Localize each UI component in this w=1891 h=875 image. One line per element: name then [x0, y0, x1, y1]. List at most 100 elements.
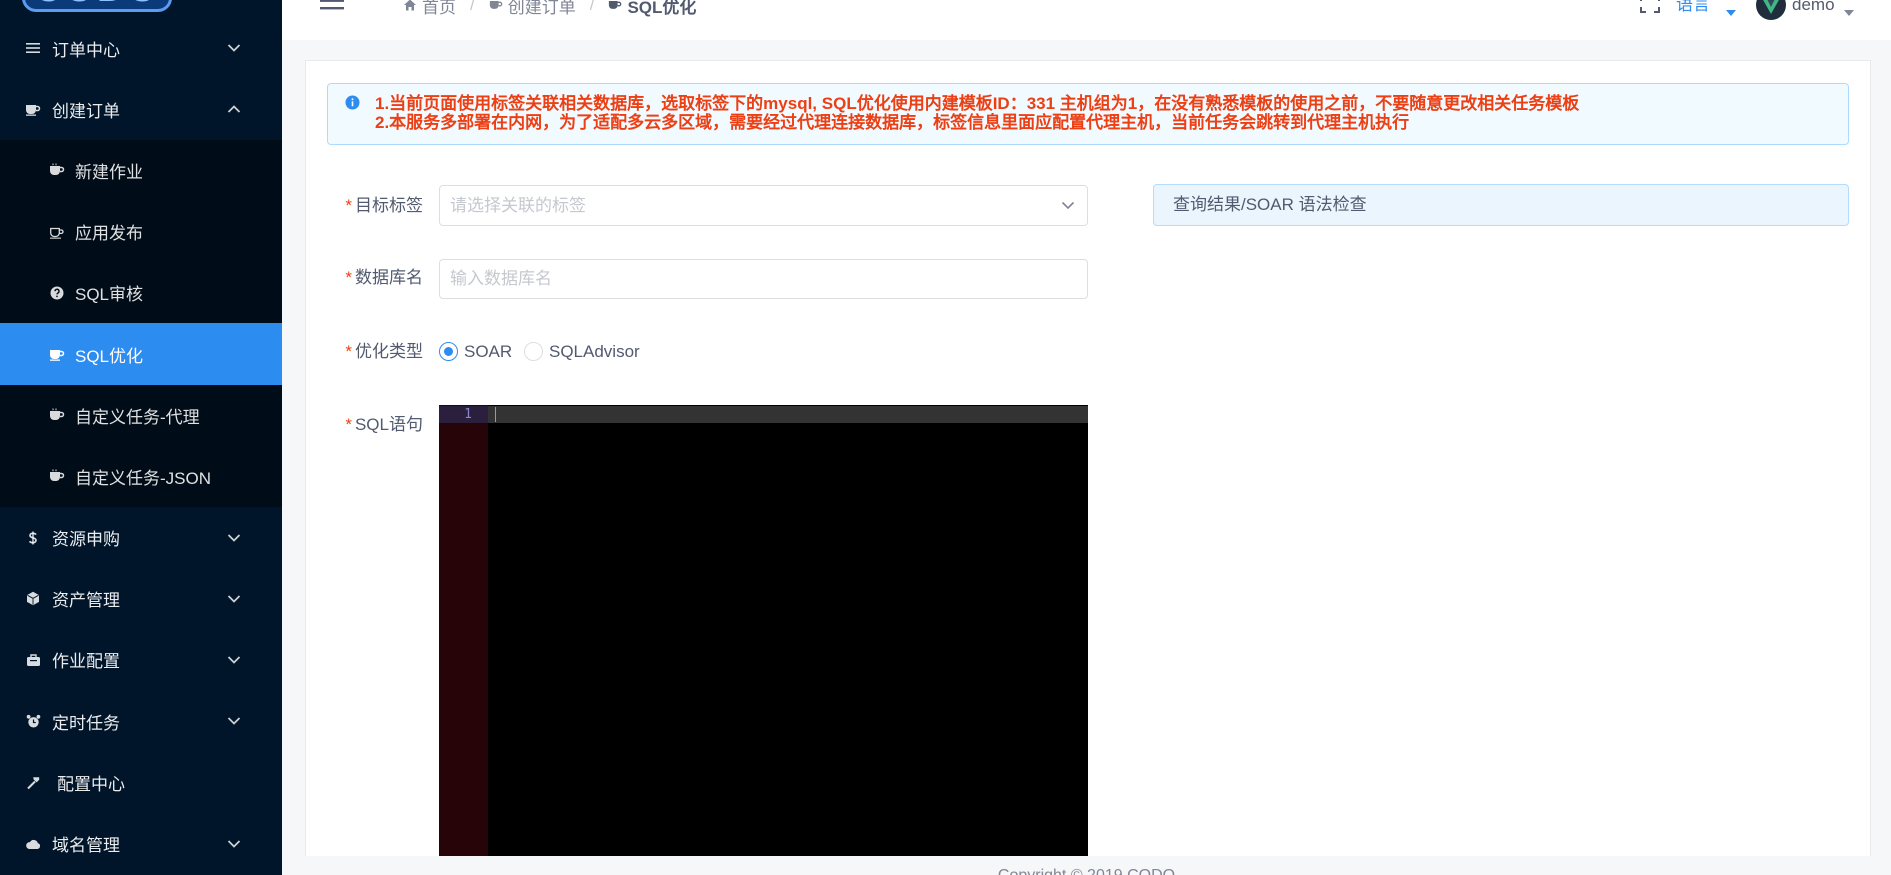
label-text: 优化类型	[355, 342, 423, 361]
required-mark: *	[345, 342, 352, 361]
breadcrumb-item-sql-optimize: SQL优化	[608, 0, 696, 18]
line-number: 1	[464, 407, 472, 422]
question-circle-icon	[49, 285, 65, 301]
chevron-down-icon	[227, 655, 241, 665]
alarm-clock-icon	[25, 713, 41, 729]
database-name-input[interactable]	[439, 259, 1088, 299]
sidebar-item-label: 定时任务	[52, 713, 120, 733]
sidebar-item-label: SQL优化	[75, 346, 144, 366]
copyright-text: Copyright © 2019 CODO	[998, 867, 1175, 875]
breadcrumb-label: SQL优化	[627, 0, 697, 17]
label-text: SQL语句	[354, 415, 423, 434]
alert-line: 1.当前页面使用标签关联相关数据库，选取标签下的mysql, SQL优化使用内建…	[375, 94, 1580, 113]
cloud-icon	[25, 836, 41, 852]
sidebar-item-asset-management[interactable]: 资产管理	[0, 568, 282, 629]
info-circle-icon	[345, 95, 360, 110]
required-mark: *	[345, 415, 352, 434]
sidebar-item-label: 应用发布	[75, 224, 143, 244]
breadcrumb-item-home[interactable]: 首页	[403, 0, 456, 18]
editor-active-line	[488, 406, 1088, 423]
sidebar-item-label: 作业配置	[52, 652, 120, 672]
target-tag-select[interactable]: 请选择关联的标签	[439, 185, 1088, 226]
coffee-outline-icon	[49, 224, 65, 240]
sidebar-item-label: 新建作业	[75, 162, 143, 182]
required-mark: *	[345, 268, 352, 287]
result-panel-label: 查询结果/SOAR 语法检查	[1173, 195, 1367, 214]
breadcrumb-separator: /	[589, 0, 595, 14]
wrench-icon	[25, 774, 41, 790]
sidebar-item-label: 资产管理	[52, 591, 120, 611]
sidebar-item-label: 自定义任务-JSON	[75, 468, 211, 488]
sidebar-item-config-center[interactable]: 配置中心	[0, 752, 282, 813]
radio-label-soar[interactable]: SOAR	[464, 341, 512, 363]
select-placeholder: 请选择关联的标签	[450, 196, 586, 215]
language-dropdown[interactable]: 语言	[1676, 0, 1710, 16]
sidebar-item-resource-purchase[interactable]: 资源申购	[0, 507, 282, 568]
form-label-sql-statement: * SQL语句	[306, 414, 423, 436]
editor-gutter	[439, 405, 488, 856]
menu-icon[interactable]	[320, 0, 344, 12]
avatar[interactable]	[1756, 0, 1786, 20]
radio-soar[interactable]	[439, 342, 458, 361]
sidebar-item-label: SQL审核	[75, 285, 144, 305]
chevron-down-icon	[227, 533, 241, 543]
sidebar-item-label: 配置中心	[57, 774, 125, 794]
caret-down-icon[interactable]	[1726, 1, 1736, 16]
bars-icon	[25, 40, 41, 56]
logo[interactable]: CODO	[22, 0, 172, 12]
breadcrumb-item-create-order[interactable]: 创建订单	[489, 0, 576, 18]
label-text: 目标标签	[355, 196, 423, 215]
home-icon	[403, 0, 417, 12]
sidebar-item-custom-task-proxy[interactable]: 自定义任务-代理	[0, 385, 282, 446]
cube-icon	[25, 591, 41, 607]
sidebar-item-custom-task-json[interactable]: 自定义任务-JSON	[0, 446, 282, 507]
coffee-icon	[25, 101, 41, 117]
breadcrumb-label: 创建订单	[507, 0, 576, 17]
breadcrumb-label: 首页	[422, 0, 456, 17]
radio-label-sqladvisor[interactable]: SQLAdvisor	[549, 341, 640, 363]
sidebar-item-sql-audit[interactable]: SQL审核	[0, 262, 282, 323]
content-card: 1.当前页面使用标签关联相关数据库，选取标签下的mysql, SQL优化使用内建…	[305, 60, 1871, 856]
dollar-icon	[25, 530, 41, 546]
sidebar-item-label: 域名管理	[52, 836, 120, 856]
chevron-down-icon	[1061, 201, 1075, 210]
sidebar-item-label: 资源申购	[52, 530, 120, 550]
label-text: 数据库名	[355, 268, 423, 287]
sidebar-item-scheduled-tasks[interactable]: 定时任务	[0, 691, 282, 752]
chevron-up-icon	[227, 104, 241, 114]
sidebar-item-order-center[interactable]: 订单中心	[0, 18, 282, 79]
fullscreen-icon[interactable]	[1640, 0, 1660, 13]
chevron-down-icon	[227, 43, 241, 53]
sidebar-menu: 订单中心 创建订单 新建作业 应用发布 SQL审核 SQL优化 自定义任务-代理…	[0, 18, 282, 875]
coffee-icon	[49, 346, 65, 362]
form-label-database-name: * 数据库名	[306, 267, 423, 289]
caret-down-icon[interactable]	[1844, 1, 1854, 16]
coffee-icon	[49, 162, 65, 178]
sidebar-item-label: 订单中心	[52, 40, 120, 60]
sidebar-item-job-config[interactable]: 作业配置	[0, 629, 282, 690]
coffee-icon	[608, 0, 622, 12]
sidebar-item-app-release[interactable]: 应用发布	[0, 201, 282, 262]
text-cursor	[495, 407, 496, 422]
sidebar-item-sql-optimize[interactable]: SQL优化	[0, 323, 282, 385]
logo-text: CODO	[34, 0, 160, 9]
briefcase-icon	[25, 652, 41, 668]
footer: Copyright © 2019 CODO	[282, 861, 1891, 875]
required-mark: *	[345, 196, 352, 215]
radio-sqladvisor[interactable]	[524, 342, 543, 361]
breadcrumb: 首页 / 创建订单 / SQL优化	[403, 0, 696, 18]
sidebar-item-new-job[interactable]: 新建作业	[0, 140, 282, 201]
chevron-down-icon	[227, 839, 241, 849]
alert-text: 1.当前页面使用标签关联相关数据库，选取标签下的mysql, SQL优化使用内建…	[375, 94, 1579, 132]
sidebar-item-domain-management[interactable]: 域名管理	[0, 813, 282, 874]
sidebar-item-create-order[interactable]: 创建订单	[0, 79, 282, 140]
breadcrumb-separator: /	[470, 0, 475, 14]
top-header: 首页 / 创建订单 / SQL优化 语言 demo	[282, 0, 1891, 40]
coffee-icon	[49, 407, 65, 423]
username[interactable]: demo	[1792, 0, 1835, 16]
coffee-icon	[49, 468, 65, 484]
result-panel[interactable]: 查询结果/SOAR 语法检查	[1153, 184, 1849, 226]
alert-line: 2.本服务多部署在内网，为了适配多云多区域，需要经过代理连接数据库，标签信息里面…	[375, 113, 1410, 132]
submenu-create-order: 新建作业 应用发布 SQL审核 SQL优化 自定义任务-代理 自定义任务-JSO…	[0, 139, 282, 507]
sql-code-editor[interactable]: 1	[439, 405, 1088, 856]
